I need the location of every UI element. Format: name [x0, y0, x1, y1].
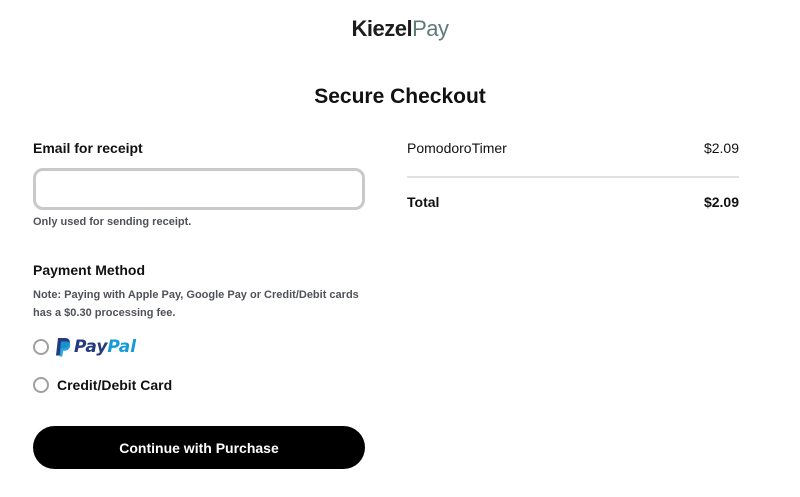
paypal-word-part-1: Pay — [74, 337, 108, 357]
item-name: PomodoroTimer — [407, 140, 507, 156]
logo-part-1: Kiezel — [351, 16, 413, 41]
payment-method-label: Payment Method — [33, 262, 146, 278]
summary-line-item: PomodoroTimer $2.09 — [407, 140, 739, 160]
payment-option-card[interactable]: Credit/Debit Card — [33, 374, 365, 396]
logo-part-2: Pay — [412, 16, 449, 41]
card-radio[interactable] — [33, 377, 49, 393]
checkout-form: Email for receipt Only used for sending … — [33, 140, 365, 469]
total-value: $2.09 — [703, 194, 739, 210]
payment-fee-note: Note: Paying with Apple Pay, Google Pay … — [33, 289, 359, 319]
payment-option-paypal[interactable]: PayPal — [33, 336, 365, 358]
checkout-page: KiezelPay Secure Checkout Email for rece… — [0, 0, 800, 497]
kiezelpay-logo: KiezelPay — [0, 16, 800, 42]
paypal-radio[interactable] — [33, 339, 49, 355]
summary-total-row: Total $2.09 — [407, 194, 739, 210]
summary-divider — [407, 176, 739, 178]
total-label: Total — [407, 194, 440, 210]
paypal-word-part-2: Pal — [107, 337, 137, 357]
card-option-label: Credit/Debit Card — [57, 377, 173, 393]
email-hint: Only used for sending receipt. — [33, 216, 192, 228]
email-field[interactable] — [33, 168, 365, 210]
email-label: Email for receipt — [33, 140, 143, 156]
page-title: Secure Checkout — [314, 85, 486, 108]
paypal-icon — [56, 338, 71, 357]
continue-purchase-button[interactable]: Continue with Purchase — [33, 426, 365, 469]
item-price: $2.09 — [703, 140, 739, 156]
paypal-logo: PayPal — [55, 337, 136, 357]
order-summary: PomodoroTimer $2.09 Total $2.09 — [407, 140, 739, 210]
